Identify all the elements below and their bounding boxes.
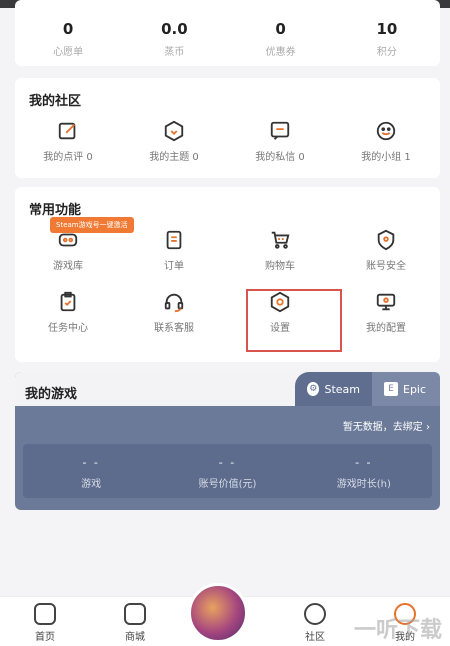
community-item-topics[interactable]: 我的主题 0 (121, 116, 227, 178)
tab-steam[interactable]: ⚙ Steam (295, 372, 372, 406)
watermark: 一听下载 (353, 618, 442, 643)
community-icon (304, 603, 326, 625)
games-stat-label: 游戏时长(h) (336, 479, 391, 490)
function-item-config[interactable]: 我的配置 (333, 287, 439, 349)
stat-wishlist[interactable]: 0 心愿单 (15, 0, 121, 66)
community-item-reviews[interactable]: 我的点评 0 (15, 116, 121, 178)
epic-icon: E (384, 382, 398, 396)
nav-home[interactable]: 首页 (0, 597, 90, 646)
stat-label: 心愿单 (53, 47, 84, 58)
my-games-card: 我的游戏 ⚙ Steam E Epic 暂无数据，去绑定 › - - 游戏 - … (15, 372, 440, 510)
stats-card: 0 心愿单 0.0 蒸币 0 优惠券 10 积分 (15, 0, 440, 66)
nav-store[interactable]: 商城 (90, 597, 180, 646)
games-stat-label: 游戏 (81, 479, 102, 490)
community-item-label: 我的小组 1 (361, 152, 411, 163)
edit-icon (57, 120, 79, 142)
stat-value: 0 (62, 20, 74, 38)
games-stat-value: - - (218, 456, 237, 469)
stat-value: 0.0 (161, 20, 188, 38)
tab-label: Epic (403, 382, 427, 396)
steam-icon: ⚙ (307, 382, 320, 396)
stat-value: 0 (275, 20, 286, 38)
shield-icon (375, 229, 397, 251)
headset-icon (163, 291, 185, 313)
community-item-label: 我的私信 0 (255, 152, 305, 163)
community-card: 我的社区 我的点评 0 我的主题 0 我的私信 0 我的小组 1 (15, 78, 440, 178)
function-item-label: 我的配置 (366, 323, 406, 334)
topic-icon (163, 120, 185, 142)
stat-points[interactable]: 10 积分 (334, 0, 440, 66)
nav-community[interactable]: 社区 (270, 597, 360, 646)
order-icon (163, 229, 185, 251)
function-item-label: 购物车 (265, 261, 295, 272)
games-stat-value: - - (82, 456, 100, 469)
function-item-cart[interactable]: 购物车 (227, 225, 333, 287)
games-stat-count: - - 游戏 (23, 444, 159, 498)
tab-label: Steam (324, 382, 360, 396)
settings-highlight-box (246, 289, 342, 352)
task-icon (57, 291, 79, 313)
games-stat-playtime: - - 游戏时长(h) (296, 444, 432, 498)
monitor-icon (375, 291, 397, 313)
function-item-security[interactable]: 账号安全 (333, 225, 439, 287)
games-stats-box: - - 游戏 - - 账号价值(元) - - 游戏时长(h) (23, 444, 432, 498)
my-games-title: 我的游戏 (25, 387, 78, 402)
stat-coupons[interactable]: 0 优惠券 (228, 0, 334, 66)
games-stat-label: 账号价值(元) (198, 479, 257, 490)
bind-account-link[interactable]: 暂无数据，去绑定 › (343, 418, 430, 433)
group-icon (375, 120, 397, 142)
community-item-label: 我的点评 0 (43, 152, 93, 163)
center-featured-button[interactable] (188, 583, 248, 643)
tab-epic[interactable]: E Epic (372, 372, 440, 406)
nav-label: 社区 (305, 632, 325, 643)
message-icon (269, 120, 291, 142)
nav-label: 首页 (35, 632, 55, 643)
stat-value: 10 (376, 20, 398, 38)
community-item-messages[interactable]: 我的私信 0 (227, 116, 333, 178)
stat-label: 优惠券 (265, 47, 296, 58)
store-icon (124, 603, 146, 625)
stat-label: 积分 (376, 47, 397, 58)
function-item-library[interactable]: 游戏库 (15, 225, 121, 287)
community-title: 我的社区 (29, 94, 82, 109)
cart-icon (269, 229, 291, 251)
function-item-support[interactable]: 联系客服 (121, 287, 227, 349)
games-stat-value: - - (355, 456, 373, 469)
function-item-label: 联系客服 (154, 323, 194, 334)
stat-coins[interactable]: 0.0 蒸币 (121, 0, 227, 66)
functions-card: 常用功能 游戏库 订单 购物车 账号安全 任务中心 联系客服 设置 我的配置 (15, 187, 440, 362)
activation-tooltip[interactable]: Steam游戏号一键激活 (50, 217, 134, 233)
community-item-groups[interactable]: 我的小组 1 (333, 116, 439, 178)
function-item-tasks[interactable]: 任务中心 (15, 287, 121, 349)
stat-label: 蒸币 (164, 47, 185, 58)
functions-title: 常用功能 (29, 203, 82, 218)
function-item-label: 订单 (164, 261, 184, 272)
function-item-label: 游戏库 (53, 261, 83, 272)
nav-center[interactable] (180, 583, 270, 646)
games-stat-value-cny: - - 账号价值(元) (159, 444, 295, 498)
function-item-label: 账号安全 (366, 261, 406, 272)
function-item-orders[interactable]: 订单 (121, 225, 227, 287)
community-item-label: 我的主题 0 (149, 152, 199, 163)
nav-label: 商城 (125, 632, 145, 643)
home-icon (34, 603, 56, 625)
function-item-label: 任务中心 (48, 323, 88, 334)
